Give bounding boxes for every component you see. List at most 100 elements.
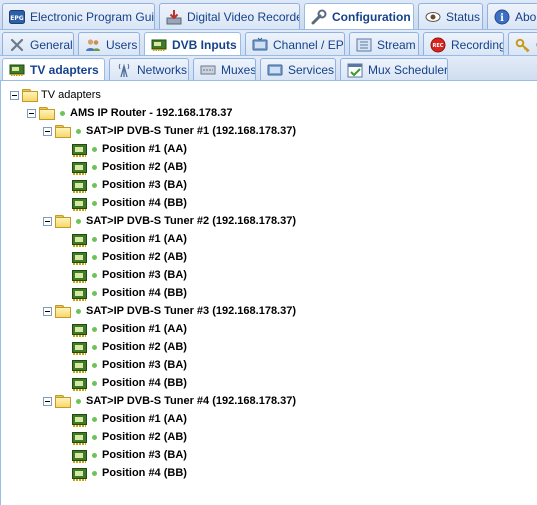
stream-icon <box>356 37 372 53</box>
tree-position-node[interactable]: Position #3 (BA) <box>72 266 187 284</box>
tree-position-node[interactable]: Position #4 (BB) <box>72 194 187 212</box>
tree-tuner-node[interactable]: SAT>IP DVB-S Tuner #2 (192.168.178.37) <box>43 212 296 230</box>
tab-muxes[interactable]: Muxes <box>193 58 256 80</box>
tree-tuner-node[interactable]: SAT>IP DVB-S Tuner #1 (192.168.178.37) <box>43 122 296 140</box>
tuner-card-icon <box>72 413 87 427</box>
tab-about[interactable]: i About <box>487 3 537 29</box>
folder-icon <box>55 125 71 138</box>
info-icon: i <box>494 9 510 25</box>
tree-position-node[interactable]: Position #2 (AB) <box>72 338 187 356</box>
tab-networks[interactable]: Networks <box>109 58 189 80</box>
tools-icon <box>9 37 25 53</box>
tab-general[interactable]: General <box>2 32 74 55</box>
tuner-card-icon <box>72 377 87 391</box>
dvr-download-icon <box>166 9 182 25</box>
tree-router-node[interactable]: AMS IP Router - 192.168.178.37 <box>27 104 232 122</box>
dvb-inputs-tab-bar: TV adapters Networks Muxes Services Mux … <box>0 56 537 81</box>
tab-users[interactable]: Users <box>78 32 140 55</box>
collapse-icon[interactable] <box>10 90 19 100</box>
tree-position-node[interactable]: Position #3 (BA) <box>72 176 187 194</box>
collapse-icon[interactable] <box>27 108 36 118</box>
tree-tuner-node[interactable]: SAT>IP DVB-S Tuner #3 (192.168.178.37) <box>43 302 296 320</box>
tuner-card-icon <box>72 233 87 247</box>
tab-recording[interactable]: REC Recording <box>423 32 504 55</box>
tab-stream[interactable]: Stream <box>349 32 419 55</box>
status-dot-icon <box>92 452 97 458</box>
tree-position-node[interactable]: Position #1 (AA) <box>72 320 187 338</box>
svg-text:i: i <box>500 13 504 24</box>
collapse-icon[interactable] <box>43 216 52 226</box>
status-dot-icon <box>60 110 65 116</box>
tree-position-node[interactable]: Position #3 (BA) <box>72 356 187 374</box>
services-icon <box>267 62 283 78</box>
collapse-icon[interactable] <box>43 126 52 136</box>
tuner-card-icon <box>72 179 87 193</box>
tuner-card-icon <box>72 269 87 283</box>
tuner-card-icon <box>72 431 87 445</box>
tuner-card-icon <box>72 449 87 463</box>
folder-icon <box>55 395 71 408</box>
tv-adapter-icon <box>9 62 25 78</box>
scheduler-icon <box>347 62 363 78</box>
tuner-card-icon <box>72 341 87 355</box>
folder-icon <box>55 305 71 318</box>
tree-position-node[interactable]: Position #2 (AB) <box>72 158 187 176</box>
status-dot-icon <box>92 290 97 296</box>
status-dot-icon <box>92 362 97 368</box>
tree-position-node[interactable]: Position #3 (BA) <box>72 446 187 464</box>
status-dot-icon <box>92 254 97 260</box>
collapse-icon[interactable] <box>43 396 52 406</box>
status-dot-icon <box>92 182 97 188</box>
tuner-card-icon <box>72 251 87 265</box>
svg-text:REC: REC <box>433 43 444 49</box>
tree-position-node[interactable]: Position #4 (BB) <box>72 464 187 482</box>
tab-electronic-program-guide[interactable]: EPG Electronic Program Guide <box>2 3 155 29</box>
tab-tv-adapters[interactable]: TV adapters <box>2 58 105 80</box>
status-dot-icon <box>92 434 97 440</box>
users-icon <box>85 37 101 53</box>
tuner-card-icon <box>72 467 87 481</box>
main-tab-bar: EPG Electronic Program Guide Digital Vid… <box>0 0 537 30</box>
tree-position-node[interactable]: Position #4 (BB) <box>72 284 187 302</box>
tab-more[interactable]: C <box>508 32 537 55</box>
status-dot-icon <box>76 128 81 134</box>
tuner-card-icon <box>72 161 87 175</box>
collapse-icon[interactable] <box>43 306 52 316</box>
tv-icon <box>252 37 268 53</box>
antenna-icon <box>116 62 132 78</box>
folder-icon <box>55 215 71 228</box>
tree-position-node[interactable]: Position #2 (AB) <box>72 428 187 446</box>
tab-status[interactable]: Status <box>418 3 483 29</box>
tree-position-node[interactable]: Position #2 (AB) <box>72 248 187 266</box>
wrench-icon <box>311 9 327 25</box>
status-dot-icon <box>92 470 97 476</box>
tab-dvb-inputs[interactable]: DVB Inputs <box>144 32 241 55</box>
tab-channel-epg[interactable]: Channel / EPG <box>245 32 345 55</box>
tab-digital-video-recorder[interactable]: Digital Video Recorder <box>159 3 300 29</box>
status-dot-icon <box>76 218 81 224</box>
status-dot-icon <box>92 344 97 350</box>
status-dot-icon <box>76 308 81 314</box>
tuner-card-icon <box>72 359 87 373</box>
tree-position-node[interactable]: Position #4 (BB) <box>72 374 187 392</box>
folder-icon <box>39 107 55 120</box>
tab-configuration[interactable]: Configuration <box>304 3 414 29</box>
rec-icon: REC <box>430 37 446 53</box>
tuner-card-icon <box>72 323 87 337</box>
tuner-card-icon <box>72 143 87 157</box>
epg-icon: EPG <box>9 9 25 25</box>
tuner-card-icon <box>72 287 87 301</box>
status-dot-icon <box>92 416 97 422</box>
tree-position-node[interactable]: Position #1 (AA) <box>72 140 187 158</box>
eye-icon <box>425 9 441 25</box>
status-dot-icon <box>92 326 97 332</box>
tab-mux-schedulers[interactable]: Mux Schedulers <box>340 58 448 80</box>
tree-tuner-node[interactable]: SAT>IP DVB-S Tuner #4 (192.168.178.37) <box>43 392 296 410</box>
tv-adapters-tree: TV adapters AMS IP Router - 192.168.178.… <box>0 81 537 505</box>
status-dot-icon <box>92 146 97 152</box>
tree-position-node[interactable]: Position #1 (AA) <box>72 410 187 428</box>
tree-root-node[interactable]: TV adapters <box>10 86 101 104</box>
tab-services[interactable]: Services <box>260 58 336 80</box>
tree-position-node[interactable]: Position #1 (AA) <box>72 230 187 248</box>
key-icon <box>515 37 531 53</box>
